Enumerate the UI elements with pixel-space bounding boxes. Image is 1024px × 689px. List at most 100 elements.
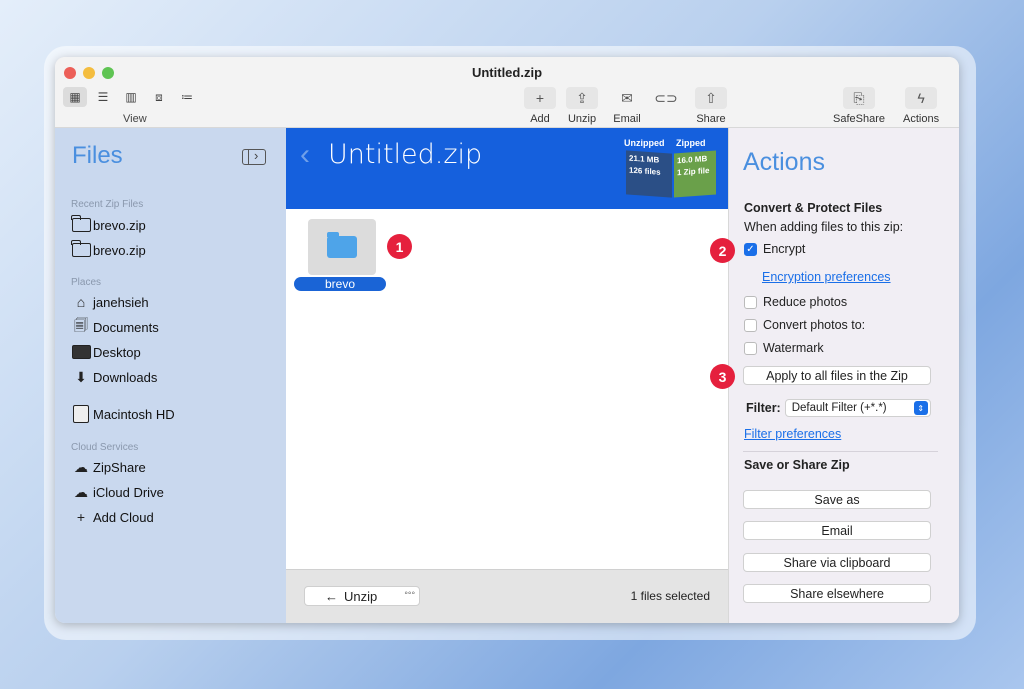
zipped-header: Zipped: [676, 138, 706, 148]
actions-panel: Actions Convert & Protect Files When add…: [710, 128, 959, 623]
file-item[interactable]: [308, 219, 376, 275]
safeshare-icon: ⎘: [842, 87, 875, 109]
share-elsewhere-button[interactable]: Share elsewhere: [743, 584, 931, 603]
lightning-icon: ϟ: [905, 87, 938, 109]
sidebar-item-icloud[interactable]: ☁ iCloud Drive: [71, 484, 164, 500]
share-label: Share: [696, 113, 726, 125]
cloud-section-header: Cloud Services: [71, 442, 139, 453]
watermark-label: Watermark: [763, 341, 824, 355]
sidebar-item-documents[interactable]: 🗐 Documents: [71, 317, 159, 335]
filter-label: Filter:: [746, 401, 781, 415]
watermark-checkbox[interactable]: Watermark: [744, 341, 824, 355]
list-view-icon[interactable]: ☰: [91, 87, 115, 107]
email-toolbar-button[interactable]: ✉ Email: [611, 87, 643, 126]
sidebar-item-label: Macintosh HD: [93, 406, 175, 422]
zip-title: Untitled.zip: [328, 139, 483, 170]
sidebar-item-label: Downloads: [93, 369, 158, 385]
step-badge: 1: [387, 234, 412, 259]
download-icon: ⬇: [75, 368, 87, 385]
outline-view-icon[interactable]: ≔: [175, 87, 199, 107]
file-browser: ‹ Untitled.zip Unzipped Zipped 21.1 MB 1…: [286, 128, 728, 623]
sidebar-item-label: Documents: [93, 319, 159, 335]
plus-icon: +: [76, 509, 86, 525]
sidebar-item-recent[interactable]: brevo.zip: [71, 215, 146, 233]
sidebar-item-home[interactable]: ⌂ janehsieh: [71, 294, 149, 310]
unzip-button[interactable]: ← Unzip ◦◦◦: [304, 586, 420, 606]
cloud-outline-icon: ☁: [74, 483, 88, 500]
actions-title: Actions: [743, 148, 825, 176]
share-clipboard-button[interactable]: Share via clipboard: [743, 553, 931, 572]
sidebar-item-zipshare[interactable]: ☁ ZipShare: [71, 459, 146, 475]
safeshare-button[interactable]: ⎘ SafeShare: [833, 87, 885, 125]
add-label: Add: [530, 113, 550, 125]
link-toolbar-button[interactable]: ⊂⊃: [650, 87, 682, 109]
unzip-label: Unzip: [567, 113, 597, 125]
desktop-icon: [71, 345, 91, 359]
unzip-icon: ⇪: [566, 87, 598, 109]
share-icon: ⇧: [695, 87, 727, 109]
sidebar-item-label: Desktop: [93, 344, 141, 360]
reduce-photos-checkbox[interactable]: Reduce photos: [744, 295, 847, 309]
encrypt-label: Encrypt: [763, 242, 806, 256]
zipped-stat: 16.0 MB 1 Zip file: [674, 150, 716, 198]
encryption-preferences-link[interactable]: Encryption preferences: [762, 270, 891, 284]
chevron-updown-icon: ⇕: [913, 401, 928, 415]
zipped-count: 1 Zip file: [677, 165, 710, 178]
sidebar-item-add-cloud[interactable]: + Add Cloud: [71, 509, 154, 525]
unzipped-header: Unzipped: [624, 138, 665, 148]
encrypt-checkbox[interactable]: ✓ Encrypt: [744, 242, 805, 256]
divider: [743, 451, 938, 452]
share-toolbar-button[interactable]: ⇧ Share: [695, 87, 727, 125]
reduce-photos-label: Reduce photos: [763, 295, 848, 309]
toolbar: Untitled.zip ▦ ☰ ▥ ⧈ ≔ View + Add ⇪ Unzi…: [55, 57, 959, 128]
sidebar-item-label: brevo.zip: [93, 242, 146, 258]
step-badge: 3: [710, 364, 735, 389]
email-button[interactable]: Email: [743, 521, 931, 540]
filter-row: Filter: Default Filter (+*.*) ⇕: [746, 399, 931, 417]
link-icon: ⊂⊃: [654, 89, 678, 106]
filter-select[interactable]: Default Filter (+*.*) ⇕: [784, 399, 931, 417]
convert-photos-label: Convert photos to:: [763, 318, 866, 332]
add-button[interactable]: + Add: [524, 87, 556, 125]
back-chevron-icon[interactable]: ‹: [300, 138, 310, 172]
convert-header: Convert & Protect Files: [744, 201, 883, 215]
window-title: Untitled.zip: [471, 65, 543, 80]
gallery-view-icon[interactable]: ⧈: [147, 87, 171, 107]
sidebar-toggle-icon[interactable]: [242, 148, 266, 165]
icon-view-icon[interactable]: ▦: [63, 87, 87, 107]
actions-toolbar-button[interactable]: ϟ Actions: [903, 87, 939, 125]
email-label: Email: [613, 113, 641, 125]
recent-section-header: Recent Zip Files: [71, 199, 144, 210]
file-item-name[interactable]: brevo: [294, 277, 386, 291]
folder-icon: [327, 232, 357, 258]
sidebar-item-downloads[interactable]: ⬇ Downloads: [71, 369, 157, 385]
places-section-header: Places: [71, 277, 102, 288]
filter-preferences-link[interactable]: Filter preferences: [744, 427, 841, 441]
sidebar-item-desktop[interactable]: Desktop: [71, 344, 141, 360]
home-icon: ⌂: [76, 294, 86, 310]
cloud-filled-icon: ☁: [74, 458, 88, 475]
save-share-header: Save or Share Zip: [744, 458, 850, 472]
sidebar-title: Files: [72, 142, 123, 169]
unzipped-stat: 21.1 MB 126 files: [626, 150, 672, 198]
sidebar-item-recent[interactable]: brevo.zip: [71, 240, 146, 258]
unzip-toolbar-button[interactable]: ⇪ Unzip: [566, 87, 598, 125]
apply-to-all-button[interactable]: Apply to all files in the Zip: [743, 366, 931, 385]
view-label: View: [123, 113, 147, 125]
envelope-icon: ✉: [621, 89, 633, 106]
checkmark-icon: ✓: [744, 242, 757, 256]
selection-count: 1 files selected: [630, 589, 710, 603]
unzip-button-label: Unzip: [344, 588, 378, 604]
step-badge: 2: [710, 238, 735, 263]
sidebar-item-macintosh-hd[interactable]: Macintosh HD: [71, 405, 175, 423]
convert-photos-checkbox[interactable]: Convert photos to:: [744, 318, 865, 332]
save-as-button[interactable]: Save as: [743, 490, 931, 509]
main-footer: ← Unzip ◦◦◦ 1 files selected: [286, 569, 728, 623]
filter-value: Default Filter (+*.*): [791, 402, 887, 414]
folder-icon: [71, 215, 91, 232]
folder-icon: [71, 240, 91, 257]
app-window: Untitled.zip ▦ ☰ ▥ ⧈ ≔ View + Add ⇪ Unzi…: [55, 57, 959, 623]
more-options-icon[interactable]: ◦◦◦: [404, 588, 415, 599]
column-view-icon[interactable]: ▥: [119, 87, 143, 107]
sidebar: Files Recent Zip Files brevo.zip brevo.z…: [55, 128, 286, 623]
